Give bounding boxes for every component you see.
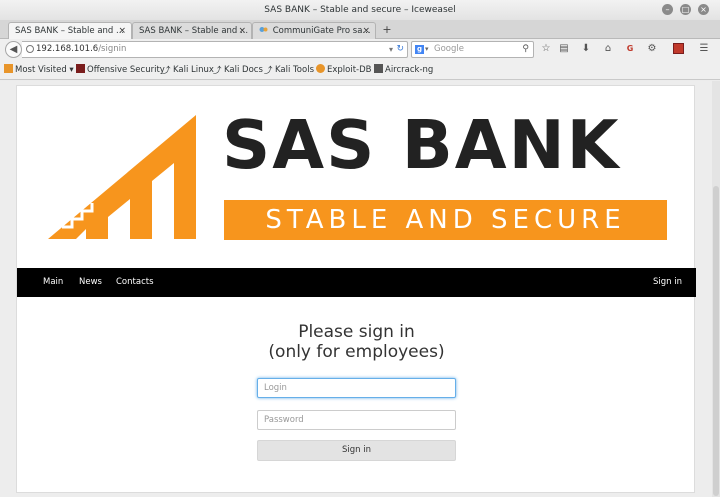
scrollbar[interactable]	[712, 81, 720, 497]
bookmark-star-icon[interactable]: ☆	[540, 43, 552, 55]
site-identity-icon[interactable]	[26, 45, 34, 53]
sign-in-button[interactable]: Sign in	[257, 440, 456, 461]
scrollbar-thumb[interactable]	[713, 186, 719, 496]
bank-logo-icon	[48, 115, 196, 239]
search-icon[interactable]: ⚲	[522, 42, 529, 57]
signin-heading-line2: (only for employees)	[268, 342, 445, 362]
back-button[interactable]: ◀	[5, 41, 22, 58]
navigation-toolbar: ◀ 192.168.101.6/signin ▾ ↻ g ▾ Google ⚲ …	[0, 39, 720, 60]
addon-icon[interactable]: ⚙	[646, 43, 658, 55]
search-engine-dropdown-icon[interactable]: ▾	[425, 42, 429, 57]
url-path: /signin	[98, 44, 127, 54]
communigate-icon	[259, 24, 268, 33]
login-input[interactable]	[257, 378, 456, 398]
bookmarks-toolbar: Most Visited ▾ Offensive Security ⤴ Kali …	[0, 60, 720, 80]
bookmark-offensive-security[interactable]: Offensive Security	[76, 64, 165, 76]
menu-icon[interactable]: ☰	[698, 43, 710, 55]
tab-label: CommuniGate Pro sa...	[272, 26, 371, 36]
tab-label: SAS BANK – Stable and ...	[139, 26, 249, 36]
window-title: SAS BANK – Stable and secure – Iceweasel	[264, 5, 456, 15]
maximize-icon[interactable]: □	[680, 4, 691, 15]
signin-heading-line1: Please sign in	[298, 322, 415, 342]
nav-link-contacts[interactable]: Contacts	[116, 268, 154, 297]
tab-communigate[interactable]: CommuniGate Pro sa... ×	[252, 22, 376, 39]
downloads-icon[interactable]: ⬇	[580, 43, 592, 55]
kali-icon: ⤴	[162, 66, 171, 76]
reload-icon[interactable]: ↻	[396, 42, 404, 57]
bookmark-aircrack-ng[interactable]: Aircrack-ng	[374, 64, 433, 76]
google-icon[interactable]: g	[415, 45, 424, 54]
tab-close-icon[interactable]: ×	[238, 23, 246, 39]
gm-icon[interactable]: G	[624, 43, 636, 55]
password-input[interactable]	[257, 410, 456, 430]
close-window-icon[interactable]: ×	[698, 4, 709, 15]
aircrack-icon	[374, 64, 383, 73]
tab-sasbank-2[interactable]: SAS BANK – Stable and ... ×	[132, 22, 252, 39]
folder-icon	[4, 64, 13, 73]
nav-link-main[interactable]: Main	[43, 268, 63, 297]
extension-red-icon[interactable]	[672, 43, 684, 55]
bookmark-kali-docs[interactable]: ⤴ Kali Docs	[213, 64, 263, 76]
search-placeholder: Google	[434, 44, 464, 54]
tab-close-icon[interactable]: ×	[118, 23, 126, 39]
brand-title: SAS BANK	[222, 106, 621, 184]
web-page: SAS BANK STABLE AND SECURE Main News Con…	[16, 85, 696, 493]
bookmark-kali-tools[interactable]: ⤴ Kali Tools	[264, 64, 314, 76]
signin-heading: Please sign in (only for employees)	[17, 322, 696, 362]
tab-sasbank-1[interactable]: SAS BANK – Stable and ... ×	[8, 22, 132, 39]
url-host: 192.168.101.6	[36, 44, 99, 54]
site-navigation: Main News Contacts Sign in	[17, 268, 696, 297]
brand-tagline: STABLE AND SECURE	[224, 200, 667, 240]
tab-close-icon[interactable]: ×	[362, 23, 370, 39]
new-tab-button[interactable]: +	[380, 22, 394, 38]
offsec-icon	[76, 64, 85, 73]
home-icon[interactable]: ⌂	[602, 43, 614, 55]
exploitdb-icon	[316, 64, 325, 73]
bookmarks-menu-icon[interactable]: ▤	[558, 43, 570, 55]
kali-icon: ⤴	[264, 66, 273, 76]
minimize-icon[interactable]: –	[662, 4, 673, 15]
url-bar[interactable]: 192.168.101.6/signin ▾ ↻	[22, 41, 408, 58]
nav-link-sign-in[interactable]: Sign in	[653, 268, 682, 297]
window-titlebar: SAS BANK – Stable and secure – Iceweasel…	[0, 0, 720, 20]
browser-content: SAS BANK STABLE AND SECURE Main News Con…	[0, 81, 720, 497]
tab-label: SAS BANK – Stable and ...	[15, 26, 125, 36]
bookmark-kali-linux[interactable]: ⤴ Kali Linux	[162, 64, 214, 76]
kali-icon: ⤴	[213, 66, 222, 76]
url-history-dropdown-icon[interactable]: ▾	[389, 42, 393, 57]
search-bar[interactable]: g ▾ Google ⚲	[411, 41, 534, 58]
bookmark-most-visited[interactable]: Most Visited ▾	[4, 64, 74, 76]
bookmark-exploit-db[interactable]: Exploit-DB	[316, 64, 372, 76]
tab-strip: SAS BANK – Stable and ... × SAS BANK – S…	[0, 20, 720, 39]
nav-link-news[interactable]: News	[79, 268, 102, 297]
